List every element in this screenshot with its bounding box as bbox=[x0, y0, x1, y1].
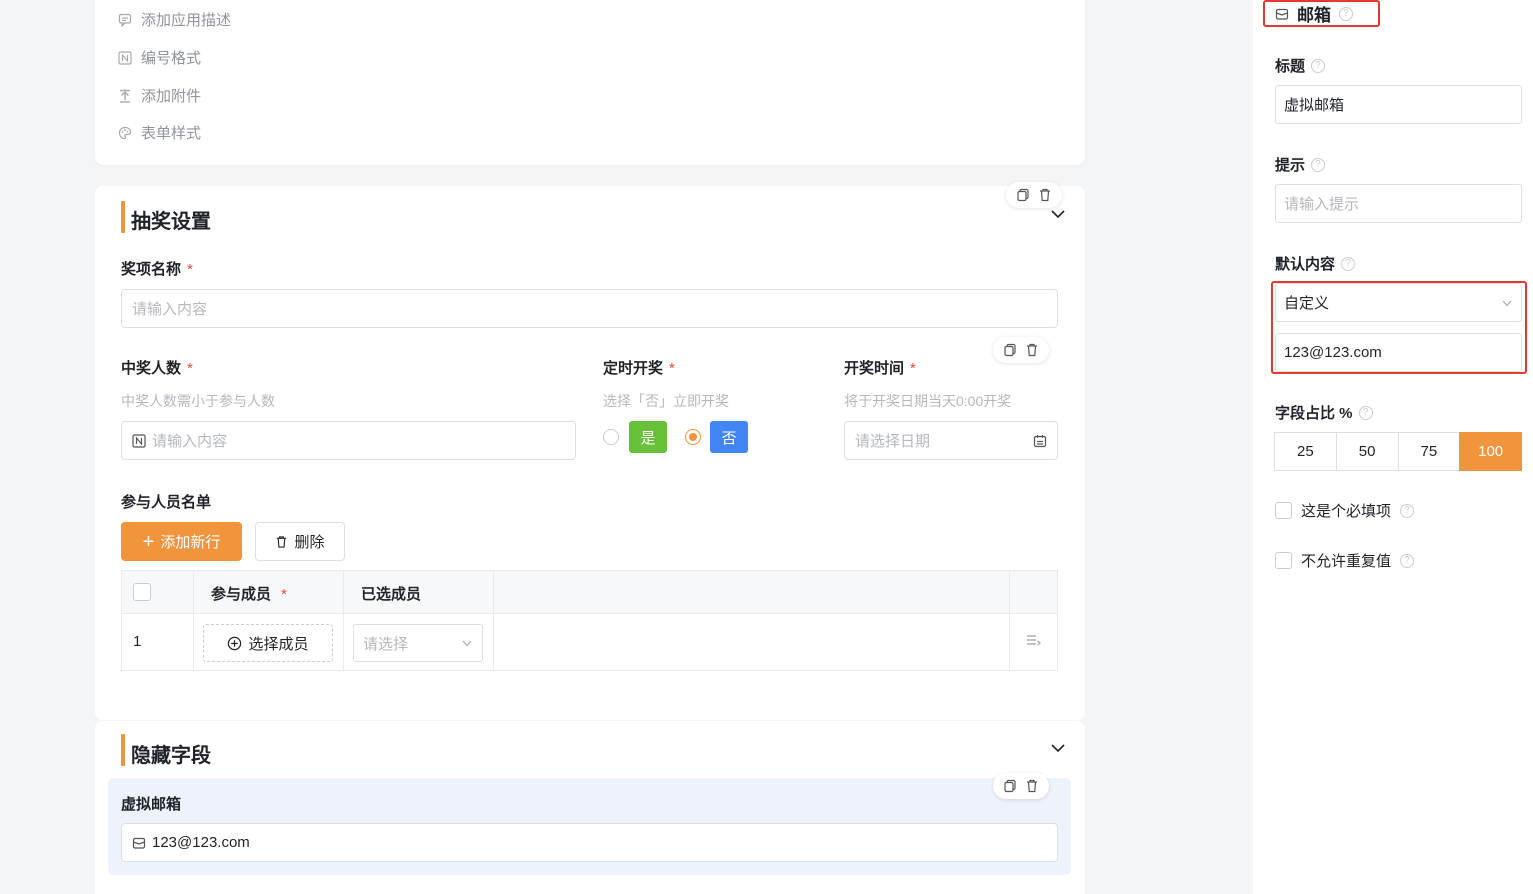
add-attachment[interactable]: 添加附件 bbox=[117, 85, 201, 106]
radio-no[interactable] bbox=[685, 429, 701, 445]
section-accent-bar bbox=[121, 201, 125, 233]
yes-option[interactable]: 是 bbox=[629, 421, 667, 453]
no-option[interactable]: 否 bbox=[710, 421, 748, 453]
prize-name-label: 奖项名称 * bbox=[121, 261, 193, 278]
field-toolbar bbox=[993, 773, 1049, 799]
select-member-button[interactable]: 选择成员 bbox=[203, 624, 333, 662]
help-icon[interactable]: ? bbox=[1400, 503, 1415, 518]
default-value-input[interactable]: 123@123.com bbox=[1275, 333, 1522, 372]
select-all-checkbox[interactable] bbox=[133, 583, 151, 601]
width-option-75[interactable]: 75 bbox=[1397, 432, 1461, 471]
trash-icon[interactable] bbox=[1023, 777, 1041, 795]
mail-icon bbox=[132, 837, 146, 849]
draw-date-picker[interactable]: 请选择日期 bbox=[844, 421, 1058, 460]
plus-icon: + bbox=[142, 530, 155, 553]
chevron-down-icon bbox=[1502, 300, 1512, 306]
delete-button[interactable]: 删除 bbox=[255, 522, 345, 561]
help-icon[interactable]: ? bbox=[1311, 58, 1326, 73]
winner-count-input[interactable]: 请输入内容 bbox=[121, 421, 576, 460]
column-header-members: 参与成员 * bbox=[211, 586, 287, 603]
calendar-icon bbox=[1033, 434, 1047, 447]
help-icon[interactable]: ? bbox=[1400, 553, 1415, 568]
help-icon[interactable]: ? bbox=[1341, 256, 1356, 271]
winner-count-label: 中奖人数 * bbox=[121, 360, 193, 377]
copy-icon[interactable] bbox=[1014, 186, 1032, 204]
chevron-down-icon[interactable] bbox=[1050, 740, 1066, 756]
hint-field-input[interactable]: 请输入提示 bbox=[1275, 184, 1522, 223]
hint-field-label: 提示? bbox=[1275, 154, 1326, 175]
form-style[interactable]: 表单样式 bbox=[117, 122, 201, 143]
number-format[interactable]: 编号格式 bbox=[117, 47, 201, 68]
comment-icon bbox=[117, 12, 133, 28]
row-actions-icon[interactable] bbox=[1025, 633, 1041, 649]
chevron-down-icon[interactable] bbox=[1050, 206, 1066, 222]
number-format-icon bbox=[117, 50, 133, 66]
chevron-down-icon bbox=[462, 640, 472, 647]
copy-icon[interactable] bbox=[1001, 777, 1019, 795]
required-checkbox[interactable] bbox=[1275, 502, 1292, 519]
virtual-email-label: 虚拟邮箱 bbox=[121, 796, 182, 813]
width-ratio-segmented: 25 50 75 100 bbox=[1274, 432, 1522, 471]
timed-draw-hint: 选择「否」立即开奖 bbox=[603, 393, 729, 409]
upload-icon bbox=[117, 88, 133, 104]
participants-table: 参与成员 * 已选成员 1 选择成员 请选择 bbox=[121, 570, 1058, 671]
trash-icon[interactable] bbox=[1036, 186, 1054, 204]
radio-yes[interactable] bbox=[603, 429, 619, 445]
add-app-description[interactable]: 添加应用描述 bbox=[117, 9, 231, 30]
timed-draw-label: 定时开奖 * bbox=[603, 360, 675, 377]
prize-name-input[interactable]: 请输入内容 bbox=[121, 289, 1058, 328]
form-style-label: 表单样式 bbox=[141, 125, 202, 142]
trash-icon[interactable] bbox=[1023, 341, 1041, 359]
unique-checkbox[interactable] bbox=[1275, 552, 1292, 569]
palette-icon bbox=[117, 125, 133, 141]
width-option-25[interactable]: 25 bbox=[1274, 432, 1337, 471]
row-toolbar bbox=[993, 337, 1049, 363]
required-checkbox-row[interactable]: 这是个必填项 ? bbox=[1275, 500, 1415, 521]
width-option-100[interactable]: 100 bbox=[1459, 432, 1522, 471]
plus-circle-icon bbox=[228, 636, 242, 650]
number-icon bbox=[132, 433, 146, 448]
help-icon[interactable]: ? bbox=[1339, 6, 1353, 21]
draw-time-label: 开奖时间 * bbox=[844, 360, 916, 377]
selected-members-select[interactable]: 请选择 bbox=[353, 624, 483, 662]
trash-icon bbox=[277, 535, 287, 548]
help-icon[interactable]: ? bbox=[1311, 157, 1326, 172]
section-toolbar bbox=[1006, 182, 1062, 208]
form-options-card: 添加应用描述 编号格式 添加附件 表单样式 bbox=[95, 0, 1085, 165]
winner-count-hint: 中奖人数需小于参与人数 bbox=[121, 393, 275, 409]
default-content-label: 默认内容? bbox=[1275, 253, 1356, 274]
title-field-input[interactable]: 虚拟邮箱 bbox=[1275, 85, 1522, 124]
number-format-label: 编号格式 bbox=[141, 50, 202, 67]
title-field-label: 标题? bbox=[1275, 55, 1326, 76]
prize-section-title: 抽奖设置 bbox=[131, 211, 211, 233]
row-index: 1 bbox=[133, 633, 142, 650]
draw-time-hint: 将于开奖日期当天0:00开奖 bbox=[844, 393, 1012, 409]
hidden-section-title: 隐藏字段 bbox=[131, 745, 211, 767]
unique-checkbox-row[interactable]: 不允许重复值 ? bbox=[1275, 550, 1415, 571]
virtual-email-input[interactable]: 123@123.com bbox=[121, 823, 1058, 862]
mail-icon bbox=[1275, 8, 1289, 20]
panel-field-type: 邮箱 ? bbox=[1263, 0, 1380, 27]
width-option-50[interactable]: 50 bbox=[1335, 432, 1399, 471]
add-attachment-label: 添加附件 bbox=[141, 88, 202, 105]
column-header-selected: 已选成员 bbox=[361, 586, 422, 603]
default-mode-select[interactable]: 自定义 bbox=[1275, 283, 1522, 322]
add-row-button[interactable]: + 添加新行 bbox=[121, 522, 242, 561]
participants-label: 参与人员名单 bbox=[121, 494, 212, 511]
width-ratio-label: 字段占比 %? bbox=[1275, 402, 1373, 423]
copy-icon[interactable] bbox=[1001, 341, 1019, 359]
add-app-description-label: 添加应用描述 bbox=[141, 12, 232, 29]
help-icon[interactable]: ? bbox=[1358, 405, 1373, 420]
section-accent-bar bbox=[121, 734, 125, 766]
